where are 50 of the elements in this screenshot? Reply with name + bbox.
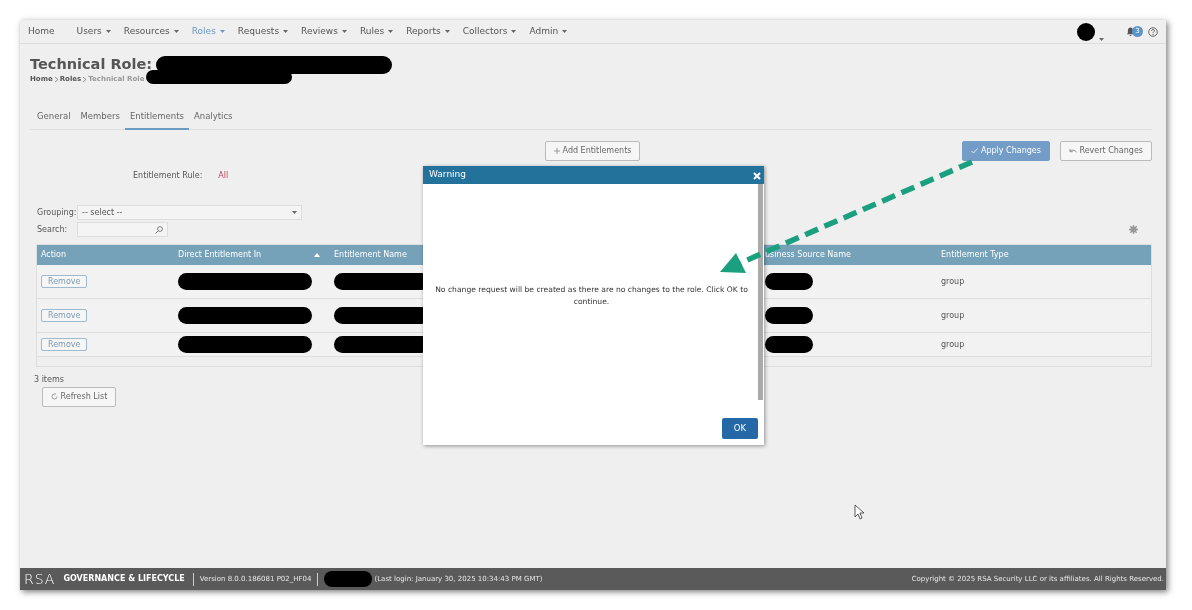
tab[interactable]: General (32, 106, 76, 131)
tab[interactable]: Entitlements (124, 106, 189, 131)
nav-item[interactable]: Reviews (301, 24, 347, 39)
refresh-list-button[interactable]: Refresh List (42, 387, 117, 408)
table-cell: group (941, 310, 965, 320)
plus-icon (554, 147, 560, 154)
refresh-icon (51, 393, 58, 401)
table-cell: group (941, 339, 965, 349)
scrollbar[interactable] (758, 184, 763, 400)
nav-item[interactable]: Rules (359, 24, 394, 39)
dialog-title: Warning (429, 168, 466, 182)
search-label: Search: (37, 223, 69, 236)
redaction-mark (765, 336, 813, 354)
search-field[interactable] (77, 222, 168, 238)
tab[interactable]: Analytics (188, 106, 238, 131)
nav-item[interactable]: Admin (529, 24, 568, 39)
logo: RSA (24, 569, 56, 589)
caret-icon (292, 211, 297, 215)
chevron-icon (54, 76, 58, 82)
product-name: GOVERNANCE & LIFECYCLE (63, 573, 185, 585)
redaction-mark (765, 307, 813, 325)
rule-label: Entitlement Rule: (133, 170, 203, 183)
user-menu[interactable] (1077, 22, 1104, 41)
nav-item[interactable]: Collectors (462, 24, 517, 39)
search-icon (155, 225, 163, 234)
ok-button[interactable]: OK (721, 418, 758, 439)
redaction-mark (324, 571, 373, 587)
help-icon[interactable] (1148, 26, 1158, 37)
cursor-icon (854, 504, 865, 520)
settings-icon[interactable] (1129, 225, 1138, 235)
nav-item[interactable]: Requests (237, 24, 289, 39)
redaction-mark (765, 273, 813, 291)
grouping-label: Grouping: (37, 206, 77, 219)
add-entitlements-button[interactable]: Add Entitlements (545, 141, 641, 162)
nav-item[interactable]: Resources (123, 24, 179, 39)
nav-item[interactable]: Reports (406, 24, 450, 39)
undo-icon (1068, 147, 1077, 154)
nav-item[interactable]: Users (76, 24, 111, 39)
chevron-icon (83, 76, 87, 82)
page-title: Technical Role: (30, 56, 153, 74)
nav-item[interactable]: Home (28, 24, 64, 39)
rule-value: All (218, 170, 229, 183)
revert-changes-button[interactable]: Revert Changes (1059, 141, 1152, 162)
grouping-select[interactable]: -- select -- (77, 205, 302, 221)
caret-icon (1099, 37, 1104, 41)
table-cell: group (941, 276, 965, 286)
close-icon[interactable] (753, 171, 761, 180)
check-icon (971, 147, 979, 154)
tab[interactable]: Members (75, 106, 125, 131)
item-count: 3 items (34, 374, 65, 387)
